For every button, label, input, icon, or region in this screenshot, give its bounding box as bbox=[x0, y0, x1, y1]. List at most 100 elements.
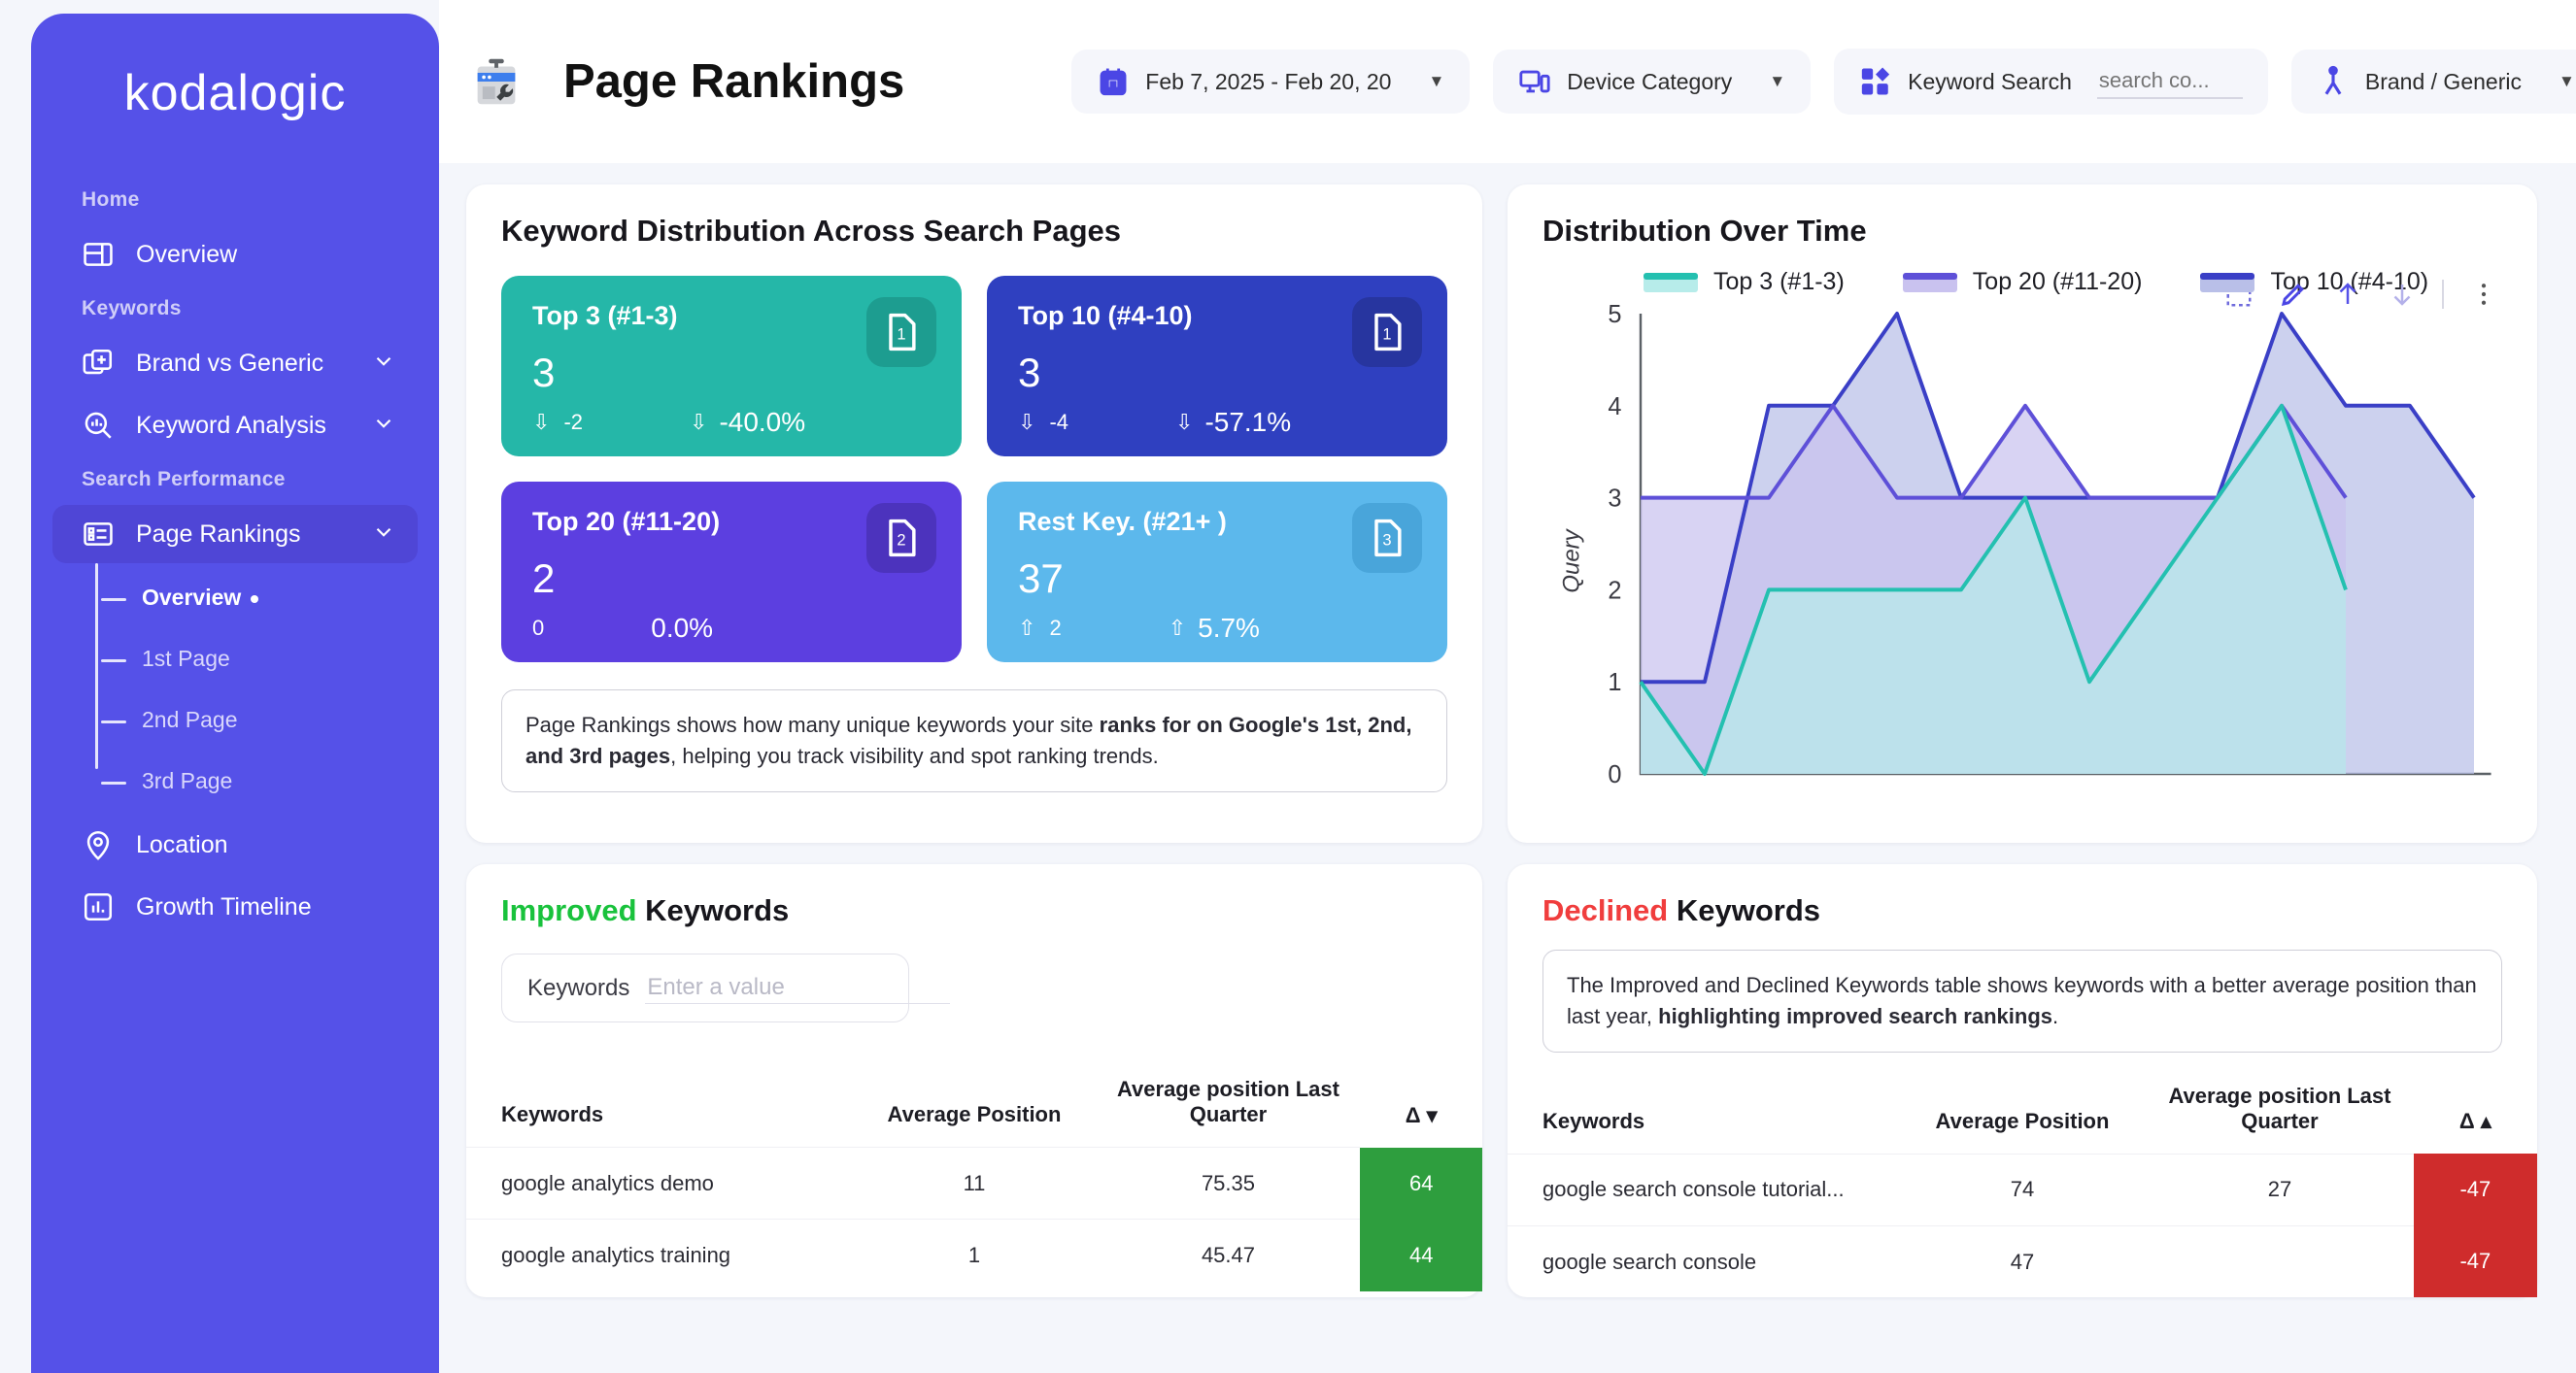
legend-item[interactable]: Top 20 (#11-20) bbox=[1902, 268, 2143, 296]
cell-keyword: google analytics demo bbox=[466, 1147, 853, 1220]
table-row[interactable]: google analytics training 1 45.47 44 bbox=[466, 1219, 1482, 1291]
legend-swatch-top20 bbox=[1902, 272, 1957, 292]
column-header-avg-position[interactable]: Average Position bbox=[1899, 1074, 2146, 1155]
header-filters: Feb 7, 2025 - Feb 20, 20 ▼ Device Catego… bbox=[1071, 49, 2576, 115]
kpi-badge: 1 bbox=[1352, 297, 1422, 367]
column-header-delta[interactable]: Δ ▾ bbox=[1360, 1067, 1482, 1148]
title-accent: Improved bbox=[501, 893, 637, 927]
svg-text:3: 3 bbox=[1382, 531, 1391, 549]
improved-keywords-title: Improved Keywords bbox=[466, 864, 1482, 928]
kpi-card-top20[interactable]: Top 20 (#11-20) 2 0 0.0% 2 bbox=[501, 482, 962, 662]
declined-keywords-card: Declined Keywords The Improved and Decli… bbox=[1508, 864, 2537, 1298]
cell-delta: -47 bbox=[2413, 1225, 2537, 1298]
legend-item[interactable]: Top 3 (#1-3) bbox=[1644, 268, 1845, 296]
table-header-row: Keywords Average Position Average positi… bbox=[1508, 1074, 2537, 1155]
distribution-over-time-title: Distribution Over Time bbox=[1542, 214, 1867, 248]
svg-text:3: 3 bbox=[1608, 485, 1621, 512]
page-title: Page Rankings bbox=[563, 55, 905, 108]
chevron-down-icon[interactable]: ▼ bbox=[1769, 72, 1785, 91]
date-range-filter[interactable]: Feb 7, 2025 - Feb 20, 20 ▼ bbox=[1071, 50, 1471, 114]
cell-avg-position: 11 bbox=[852, 1147, 1097, 1220]
kpi-percent: 5.7% bbox=[1198, 613, 1260, 643]
cell-avg-last-quarter: 45.47 bbox=[1096, 1219, 1361, 1291]
kpi-badge: 1 bbox=[866, 297, 936, 367]
device-icon bbox=[1518, 65, 1551, 98]
column-header-avg-last-quarter[interactable]: Average position Last Quarter bbox=[2146, 1074, 2414, 1155]
column-header-avg-position[interactable]: Average Position bbox=[852, 1067, 1096, 1148]
distribution-over-time-card: Distribution Over Time Top 3 (#1-3) Top … bbox=[1508, 184, 2537, 843]
add-layers-icon bbox=[82, 347, 115, 380]
table-row[interactable]: google search console 47 -47 bbox=[1508, 1224, 2537, 1298]
sidebar-item-label: Growth Timeline bbox=[136, 892, 312, 921]
brand-logo: kodalogic bbox=[123, 65, 347, 121]
sidebar-item-brand-vs-generic[interactable]: Brand vs Generic bbox=[52, 334, 418, 392]
sidebar-item-location[interactable]: Location bbox=[52, 816, 418, 874]
calendar-icon bbox=[1097, 65, 1130, 98]
sidebar-section-home: Home bbox=[82, 188, 140, 211]
cell-keyword: google search console tutorial... bbox=[1508, 1153, 1899, 1226]
sidebar-subitem-label: 2nd Page bbox=[142, 707, 238, 732]
sidebar-subitem-1st-page[interactable]: 1st Page bbox=[101, 628, 439, 689]
column-header-keywords[interactable]: Keywords bbox=[1508, 1074, 1899, 1155]
sidebar-item-page-rankings[interactable]: Page Rankings bbox=[52, 505, 418, 563]
keyword-search-input[interactable] bbox=[2096, 64, 2243, 99]
kpi-delta: 2 bbox=[1049, 616, 1062, 640]
note-suffix: , helping you track visibility and spot … bbox=[670, 743, 1159, 768]
improved-keyword-filter[interactable]: Keywords bbox=[501, 954, 951, 1022]
column-header-avg-last-quarter[interactable]: Average position Last Quarter bbox=[1097, 1067, 1361, 1148]
sidebar-item-label: Location bbox=[136, 830, 228, 858]
sidebar-item-growth-timeline[interactable]: Growth Timeline bbox=[52, 878, 418, 936]
svg-text:1: 1 bbox=[1608, 669, 1621, 696]
table-row[interactable]: google search console tutorial... 74 27 … bbox=[1508, 1153, 2537, 1226]
keyword-search-filter[interactable]: Keyword Search bbox=[1834, 49, 2268, 115]
sidebar-subitem-2nd-page[interactable]: 2nd Page bbox=[101, 689, 439, 751]
svg-text:2: 2 bbox=[897, 531, 905, 549]
column-header-keywords[interactable]: Keywords bbox=[466, 1067, 852, 1148]
chevron-down-icon[interactable]: ▼ bbox=[1428, 72, 1444, 91]
table-row[interactable]: google analytics demo 11 75.35 64 bbox=[466, 1147, 1482, 1220]
chevron-down-icon[interactable] bbox=[371, 349, 396, 379]
legend-swatch-top3 bbox=[1644, 272, 1698, 292]
area-chart[interactable]: 0 1 2 3 4 5 bbox=[1527, 296, 2512, 820]
kpi-delta: 0 bbox=[532, 616, 545, 640]
keyword-distribution-title: Keyword Distribution Across Search Pages bbox=[501, 214, 1121, 248]
device-category-filter[interactable]: Device Category ▼ bbox=[1493, 50, 1812, 114]
sidebar-item-overview[interactable]: Overview bbox=[52, 225, 418, 284]
chevron-down-icon[interactable] bbox=[371, 411, 396, 441]
cell-keyword: google search console bbox=[1508, 1224, 1899, 1298]
title-accent: Declined bbox=[1542, 893, 1669, 927]
active-dot-icon bbox=[251, 594, 259, 603]
keyword-distribution-note: Page Rankings shows how many unique keyw… bbox=[501, 689, 1447, 792]
chevron-down-icon[interactable]: ▼ bbox=[2559, 72, 2575, 91]
cell-delta: 64 bbox=[1360, 1147, 1482, 1220]
sidebar-item-label: Overview bbox=[136, 240, 238, 268]
sidebar-item-label: Keyword Analysis bbox=[136, 411, 326, 439]
kpi-badge: 3 bbox=[1352, 503, 1422, 573]
content-area: Keyword Distribution Across Search Pages… bbox=[439, 163, 2576, 1373]
improved-keyword-input[interactable] bbox=[645, 972, 951, 1004]
column-header-delta[interactable]: Δ ▴ bbox=[2414, 1074, 2537, 1155]
blocks-icon bbox=[1859, 65, 1892, 98]
table-header-row: Keywords Average Position Average positi… bbox=[466, 1067, 1482, 1148]
kpi-card-top3[interactable]: Top 3 (#1-3) 3 ⇩ -2 ⇩ -40.0% 1 bbox=[501, 276, 962, 456]
legend-label: Top 20 (#11-20) bbox=[1972, 268, 2143, 295]
sort-desc-icon: ▾ bbox=[1426, 1102, 1438, 1127]
title-rest: Keywords bbox=[1668, 893, 1820, 927]
sidebar-item-keyword-analysis[interactable]: Keyword Analysis bbox=[52, 396, 418, 454]
sidebar: kodalogic Home Overview Keywords Brand v… bbox=[31, 14, 439, 1373]
main-area: Page Rankings Feb 7, 2025 - Feb 20, 20 ▼… bbox=[439, 0, 2576, 1373]
sidebar-subitem-3rd-page[interactable]: 3rd Page bbox=[101, 751, 439, 812]
chevron-down-icon[interactable] bbox=[371, 519, 396, 550]
kpi-card-top10[interactable]: Top 10 (#4-10) 3 ⇩ -4 ⇩ -57.1% 1 bbox=[987, 276, 1447, 456]
svg-text:4: 4 bbox=[1608, 393, 1621, 420]
kpi-percent: 0.0% bbox=[651, 613, 714, 643]
kpi-card-rest[interactable]: Rest Key. (#21+ ) 37 ⇧ 2 ⇧ 5.7% 3 bbox=[987, 482, 1447, 662]
bar-chart-icon bbox=[82, 890, 115, 923]
sidebar-section-keywords: Keywords bbox=[82, 297, 182, 319]
sidebar-subitem-overview[interactable]: Overview bbox=[101, 567, 439, 628]
brand-generic-filter[interactable]: Brand / Generic ▼ bbox=[2290, 50, 2576, 114]
cell-keyword: google analytics training bbox=[466, 1219, 853, 1291]
kpi-delta: -4 bbox=[1049, 410, 1068, 434]
legend-swatch-top10 bbox=[2200, 272, 2255, 292]
declined-keywords-title: Declined Keywords bbox=[1508, 864, 2537, 928]
